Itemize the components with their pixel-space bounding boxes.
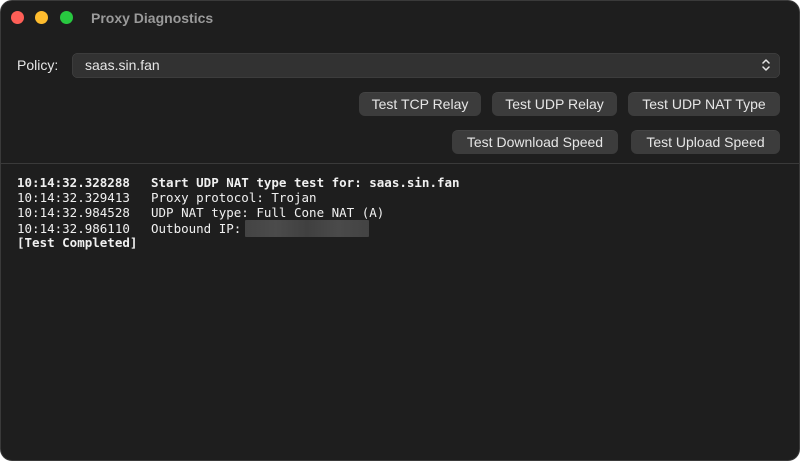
log-output: 10:14:32.328288 Start UDP NAT type test f… xyxy=(17,175,783,250)
test-download-speed-button[interactable]: Test Download Speed xyxy=(452,130,618,154)
minimize-window-button[interactable] xyxy=(35,11,48,24)
log-message: Proxy protocol: Trojan xyxy=(151,190,317,205)
redacted-ip-address xyxy=(245,220,370,237)
window-title: Proxy Diagnostics xyxy=(91,10,214,26)
log-footer: [Test Completed] xyxy=(17,235,138,250)
log-line: 10:14:32.984528 UDP NAT type: Full Cone N… xyxy=(17,205,783,220)
proxy-diagnostics-window: Proxy Diagnostics Policy: saas.sin.fan T… xyxy=(0,0,800,461)
log-timestamp: 10:14:32.986110 xyxy=(17,221,130,236)
zoom-window-button[interactable] xyxy=(60,11,73,24)
log-message: UDP NAT type: Full Cone NAT (A) xyxy=(151,205,385,220)
close-window-button[interactable] xyxy=(11,11,24,24)
divider xyxy=(1,163,799,164)
policy-selected-value: saas.sin.fan xyxy=(85,57,160,73)
log-timestamp: 10:14:32.984528 xyxy=(17,205,130,220)
log-line: 10:14:32.986110 Outbound IP: xyxy=(17,220,783,237)
log-timestamp: 10:14:32.329413 xyxy=(17,190,130,205)
test-udp-nat-type-button[interactable]: Test UDP NAT Type xyxy=(628,92,780,116)
test-udp-relay-button[interactable]: Test UDP Relay xyxy=(492,92,617,116)
chevron-up-down-icon xyxy=(762,59,770,71)
policy-label: Policy: xyxy=(17,57,59,73)
title-bar: Proxy Diagnostics xyxy=(1,1,799,35)
log-line: 10:14:32.328288 Start UDP NAT type test f… xyxy=(17,175,783,190)
log-message: Outbound IP: xyxy=(151,221,242,236)
test-tcp-relay-button[interactable]: Test TCP Relay xyxy=(359,92,481,116)
test-upload-speed-button[interactable]: Test Upload Speed xyxy=(631,130,780,154)
log-message: Start UDP NAT type test for: saas.sin.fa… xyxy=(151,175,460,190)
policy-select[interactable]: saas.sin.fan xyxy=(72,53,780,78)
log-timestamp: 10:14:32.328288 xyxy=(17,175,130,190)
log-line: 10:14:32.329413 Proxy protocol: Trojan xyxy=(17,190,783,205)
